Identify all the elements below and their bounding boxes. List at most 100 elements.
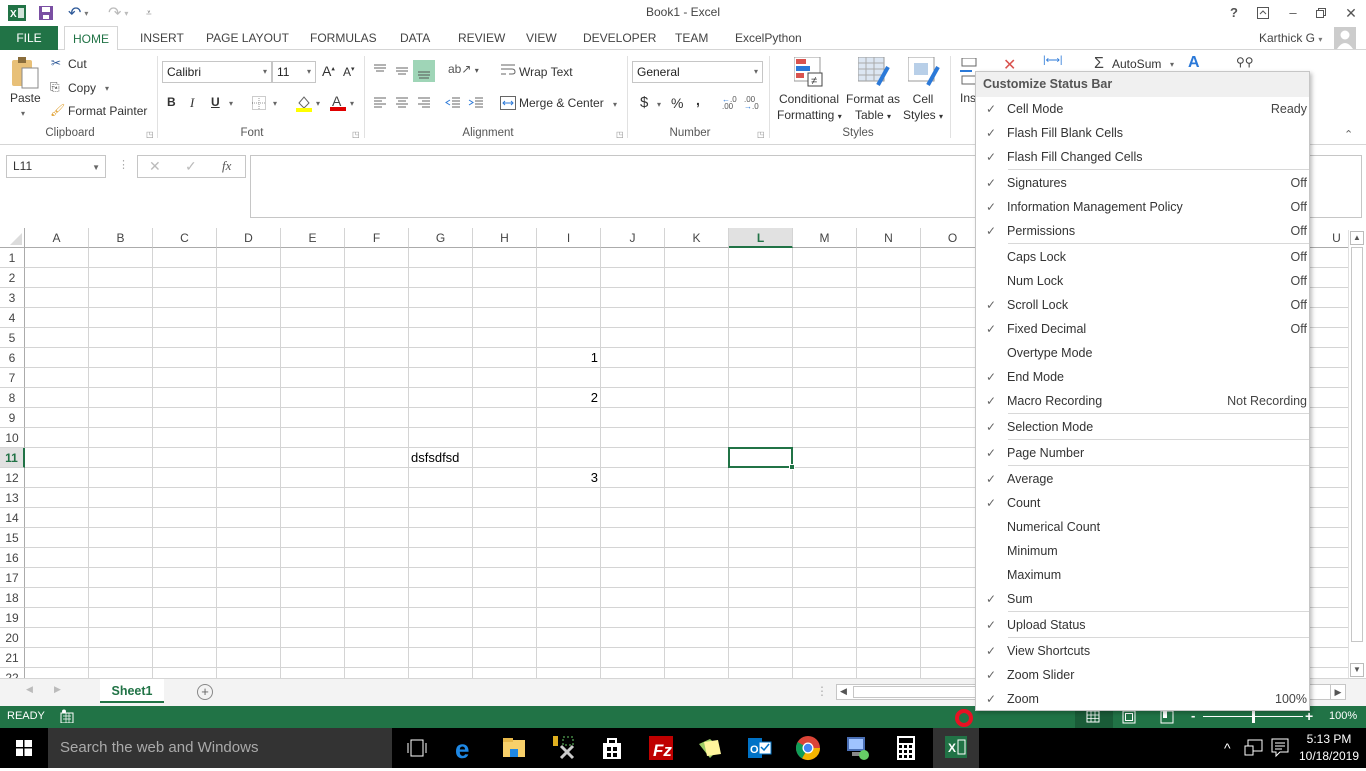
italic-button[interactable]: I (190, 95, 194, 111)
tab-page-layout[interactable]: PAGE LAYOUT (198, 26, 297, 50)
bottom-align-icon[interactable] (413, 60, 435, 82)
menu-item-maximum[interactable]: Maximum (976, 563, 1309, 587)
row-header-22[interactable]: 22 (0, 668, 25, 678)
menu-item-view-shortcuts[interactable]: ✓ View Shortcuts (976, 639, 1309, 663)
tab-team[interactable]: TEAM (667, 26, 716, 50)
cancel-entry-icon[interactable]: ✕ (149, 158, 161, 175)
decrease-decimal-icon[interactable]: .00 →.0 (744, 96, 759, 111)
align-left-icon[interactable] (372, 96, 388, 113)
column-header-m[interactable]: M (793, 228, 857, 248)
font-color-dropdown-icon[interactable]: ▾ (350, 99, 354, 108)
tab-review[interactable]: REVIEW (450, 26, 513, 50)
row-header-17[interactable]: 17 (0, 568, 25, 588)
zoom-slider-thumb[interactable] (1252, 711, 1255, 723)
paste-dropdown-icon[interactable]: ▾ (21, 109, 25, 118)
chrome-icon[interactable] (794, 734, 822, 762)
next-sheet-icon[interactable]: ▶ (54, 684, 61, 695)
menu-item-fixed-decimal[interactable]: ✓ Fixed Decimal Off (976, 317, 1309, 341)
scroll-left-button[interactable]: ◀ (840, 686, 847, 697)
grow-font-icon[interactable]: A▴ (322, 63, 335, 79)
sort-filter-icon[interactable]: A (1188, 54, 1200, 72)
action-center-icon[interactable] (1271, 738, 1289, 761)
collapse-ribbon-icon[interactable]: ⌃ (1344, 128, 1353, 141)
row-header-5[interactable]: 5 (0, 328, 25, 348)
network-tray-icon[interactable] (1244, 738, 1264, 761)
column-header-a[interactable]: A (25, 228, 89, 248)
bold-button[interactable]: B (167, 95, 176, 109)
taskbar-search-input[interactable]: Search the web and Windows (48, 728, 392, 768)
paste-icon[interactable] (10, 56, 40, 92)
close-icon[interactable]: ✕ (1340, 3, 1362, 23)
format-painter-button[interactable]: Format Painter (68, 104, 147, 118)
column-header-j[interactable]: J (601, 228, 665, 248)
row-header-21[interactable]: 21 (0, 648, 25, 668)
underline-button[interactable]: U (211, 95, 220, 109)
sticky-notes-icon[interactable] (696, 734, 724, 762)
underline-dropdown-icon[interactable]: ▾ (229, 99, 233, 108)
merge-center-button[interactable]: Merge & Center (519, 96, 604, 110)
tab-view[interactable]: VIEW (518, 26, 565, 50)
increase-decimal-icon[interactable]: ←.0.00 (722, 96, 737, 111)
menu-item-upload-status[interactable]: ✓ Upload Status (976, 613, 1309, 637)
windows-start-icon[interactable] (16, 740, 32, 759)
comma-button[interactable]: , (696, 92, 700, 108)
page-break-preview-button[interactable] (1160, 710, 1174, 727)
wrap-text-button[interactable]: Wrap Text (519, 65, 573, 79)
font-color-icon[interactable]: A (329, 93, 347, 115)
paste-button[interactable]: Paste (10, 91, 41, 105)
column-header-l[interactable]: L (729, 228, 793, 248)
format-as-table-button[interactable]: Format as Table ▾ (843, 91, 903, 125)
help-icon[interactable]: ? (1223, 3, 1245, 23)
cell-i6[interactable]: 1 (539, 348, 598, 368)
calculator-icon[interactable] (892, 734, 920, 762)
number-format-select[interactable]: General ▾ (632, 61, 763, 83)
number-launcher-icon[interactable]: ◳ (757, 130, 765, 139)
copy-button[interactable]: Copy (68, 81, 96, 95)
tab-home[interactable]: HOME (64, 26, 118, 51)
row-header-7[interactable]: 7 (0, 368, 25, 388)
column-header-u[interactable]: U (1305, 228, 1348, 248)
copy-dropdown-icon[interactable]: ▾ (105, 84, 109, 93)
sheet-tab-sheet1[interactable]: Sheet1 (100, 679, 164, 703)
enter-entry-icon[interactable]: ✓ (185, 158, 197, 175)
menu-item-scroll-lock[interactable]: ✓ Scroll Lock Off (976, 293, 1309, 317)
conditional-formatting-button[interactable]: Conditional Formatting ▾ (777, 91, 842, 125)
menu-item-permissions[interactable]: ✓ Permissions Off (976, 219, 1309, 243)
row-header-20[interactable]: 20 (0, 628, 25, 648)
tab-insert[interactable]: INSERT (132, 26, 192, 50)
column-header-d[interactable]: D (217, 228, 281, 248)
font-launcher-icon[interactable]: ◳ (352, 130, 360, 139)
page-layout-view-button[interactable] (1122, 710, 1136, 727)
autosum-dropdown-icon[interactable]: ▾ (1170, 60, 1174, 69)
cut-button[interactable]: Cut (68, 57, 87, 71)
select-all-button[interactable] (0, 228, 25, 248)
menu-item-sum[interactable]: ✓ Sum (976, 587, 1309, 611)
borders-icon[interactable] (252, 96, 266, 113)
cell-styles-button[interactable]: Cell Styles ▾ (900, 91, 946, 125)
column-header-e[interactable]: E (281, 228, 345, 248)
menu-item-minimum[interactable]: Minimum (976, 539, 1309, 563)
excel-taskbar-button[interactable]: X (933, 728, 979, 768)
menu-item-end-mode[interactable]: ✓ End Mode (976, 365, 1309, 389)
scroll-right-button[interactable]: ▶ (1330, 684, 1346, 700)
fill-handle[interactable] (789, 464, 795, 470)
shrink-font-icon[interactable]: A▾ (343, 65, 355, 79)
vertical-scroll-thumb[interactable] (1351, 247, 1363, 642)
alignment-launcher-icon[interactable]: ◳ (616, 130, 624, 139)
scroll-up-button[interactable]: ▲ (1350, 231, 1364, 245)
task-view-icon[interactable] (403, 734, 431, 762)
zoom-level[interactable]: 100% (1329, 710, 1357, 722)
row-header-10[interactable]: 10 (0, 428, 25, 448)
font-name-select[interactable]: Calibri ▾ (162, 61, 272, 83)
prev-sheet-icon[interactable]: ◀ (26, 684, 33, 695)
store-icon[interactable] (598, 734, 626, 762)
cell-g11[interactable]: dsfsdfsd (411, 448, 470, 468)
column-header-f[interactable]: F (345, 228, 409, 248)
taskbar-clock[interactable]: 5:13 PM 10/18/2019 (1296, 731, 1362, 765)
menu-item-information-management-policy[interactable]: ✓ Information Management Policy Off (976, 195, 1309, 219)
row-header-8[interactable]: 8 (0, 388, 25, 408)
tools-app-icon[interactable] (549, 734, 577, 762)
column-header-n[interactable]: N (857, 228, 921, 248)
menu-item-page-number[interactable]: ✓ Page Number (976, 441, 1309, 465)
tab-file[interactable]: FILE (0, 26, 58, 50)
